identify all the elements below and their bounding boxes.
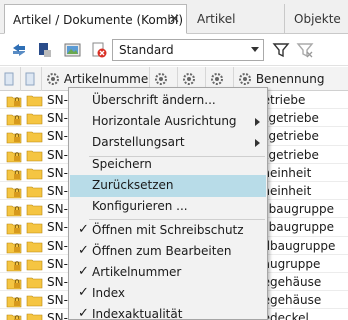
folder-icon bbox=[26, 259, 43, 271]
lock-folder-icon bbox=[6, 242, 22, 253]
menu-item-label: Überschrift ändern... bbox=[92, 93, 216, 107]
folder-icon bbox=[26, 295, 43, 307]
document-icon[interactable] bbox=[36, 41, 54, 59]
gear-icon bbox=[211, 73, 223, 85]
menu-item-label: Öffnen mit Schreibschutz bbox=[92, 223, 244, 237]
menu-item-label: Zurücksetzen bbox=[92, 178, 174, 192]
close-tab-icon[interactable]: ✕ bbox=[169, 12, 180, 27]
menu-item-horizontale-ausrichtung[interactable]: Horizontale Ausrichtung bbox=[70, 111, 266, 133]
gear-icon bbox=[183, 73, 195, 85]
menu-item-konfigurieren[interactable]: Konfigurieren ... bbox=[70, 196, 266, 218]
gear-icon bbox=[155, 73, 167, 85]
menu-item-indexaktualitaet[interactable]: ✓ Indexaktualität bbox=[70, 304, 266, 320]
folder-icon bbox=[26, 223, 43, 234]
lock-folder-icon bbox=[6, 169, 22, 181]
chevron-down-icon bbox=[251, 47, 259, 52]
folder-icon bbox=[26, 186, 43, 198]
tab-artikel[interactable]: Artikel bbox=[189, 4, 285, 34]
filter-icon[interactable] bbox=[272, 41, 290, 59]
lock-folder-icon bbox=[6, 96, 22, 108]
lock-folder-icon bbox=[6, 224, 22, 235]
tab-strip: Artikel / Dokumente (Kombi) ✕ Artikel Ob… bbox=[0, 0, 348, 34]
menu-item-label: Darstellungsart bbox=[92, 135, 185, 149]
image-icon[interactable] bbox=[64, 41, 82, 59]
lock-folder-icon bbox=[6, 133, 22, 144]
column-context-menu: Überschrift ändern... Horizontale Ausric… bbox=[68, 87, 268, 320]
folder-icon bbox=[26, 277, 43, 289]
folder-icon bbox=[26, 241, 43, 252]
lock-folder-icon bbox=[6, 278, 22, 290]
header-lock-column[interactable] bbox=[0, 67, 21, 91]
folder-icon bbox=[26, 150, 43, 161]
column-icon bbox=[4, 72, 14, 86]
lock-folder-icon bbox=[6, 205, 22, 217]
menu-item-label: Index bbox=[92, 286, 126, 300]
lock-folder-icon bbox=[6, 151, 22, 162]
tab-label: Artikel bbox=[197, 12, 236, 26]
header-label: Benennung bbox=[255, 72, 325, 86]
gear-icon bbox=[47, 73, 59, 85]
check-icon: ✓ bbox=[78, 222, 89, 237]
menu-item-label: Konfigurieren ... bbox=[92, 199, 188, 213]
menu-item-label: Artikelnummer bbox=[92, 265, 182, 279]
lock-folder-icon bbox=[6, 260, 22, 272]
menu-item-ueberschrift-aendern[interactable]: Überschrift ändern... bbox=[70, 90, 266, 112]
tab-label: Objekte bbox=[294, 12, 341, 26]
menu-item-label: Öffnen zum Bearbeiten bbox=[92, 244, 232, 258]
menu-item-zuruecksetzen[interactable]: Zurücksetzen bbox=[70, 175, 266, 197]
menu-item-oeffnen-schreibschutz[interactable]: ✓ Öffnen mit Schreibschutz bbox=[70, 220, 266, 242]
menu-item-label: Indexaktualität bbox=[92, 307, 183, 320]
tab-objekte[interactable]: Objekte bbox=[286, 4, 348, 34]
lock-folder-icon bbox=[6, 187, 22, 199]
menu-item-artikelnummer[interactable]: ✓ Artikelnummer bbox=[70, 262, 266, 284]
lock-folder-icon bbox=[6, 114, 22, 126]
folder-icon bbox=[26, 168, 43, 180]
check-icon: ✓ bbox=[78, 264, 89, 279]
delete-document-icon[interactable] bbox=[90, 41, 108, 59]
check-icon: ✓ bbox=[78, 243, 89, 258]
header-label: Artikelnummer bbox=[63, 72, 150, 86]
tab-artikel-dokumente[interactable]: Artikel / Dokumente (Kombi) ✕ bbox=[4, 4, 187, 34]
tab-label: Artikel / Dokumente (Kombi) bbox=[13, 13, 184, 27]
clear-filter-icon[interactable] bbox=[296, 41, 314, 59]
check-icon: ✓ bbox=[78, 306, 89, 320]
folder-icon bbox=[26, 132, 43, 143]
header-folder-column[interactable] bbox=[21, 67, 42, 91]
toolbar: Standard bbox=[0, 35, 348, 66]
folder-icon bbox=[26, 314, 43, 320]
submenu-arrow-icon bbox=[255, 139, 260, 147]
folder-icon bbox=[26, 113, 43, 125]
view-select-value: Standard bbox=[119, 43, 174, 57]
column-icon bbox=[25, 72, 35, 86]
folder-icon bbox=[26, 204, 43, 216]
folder-icon bbox=[26, 95, 43, 107]
menu-item-speichern[interactable]: Speichern bbox=[70, 154, 266, 176]
menu-item-label: Horizontale Ausrichtung bbox=[92, 114, 237, 128]
check-icon: ✓ bbox=[78, 285, 89, 300]
menu-item-darstellungsart[interactable]: Darstellungsart bbox=[70, 132, 266, 154]
view-select[interactable]: Standard bbox=[112, 39, 264, 61]
lock-folder-icon bbox=[6, 296, 22, 308]
gear-icon bbox=[239, 73, 251, 85]
menu-item-label: Speichern bbox=[92, 157, 152, 171]
swap-arrows-icon[interactable] bbox=[10, 41, 28, 59]
menu-item-index[interactable]: ✓ Index bbox=[70, 283, 266, 305]
submenu-arrow-icon bbox=[255, 118, 260, 126]
lock-folder-icon bbox=[6, 315, 22, 320]
menu-item-oeffnen-bearbeiten[interactable]: ✓ Öffnen zum Bearbeiten bbox=[70, 241, 266, 263]
